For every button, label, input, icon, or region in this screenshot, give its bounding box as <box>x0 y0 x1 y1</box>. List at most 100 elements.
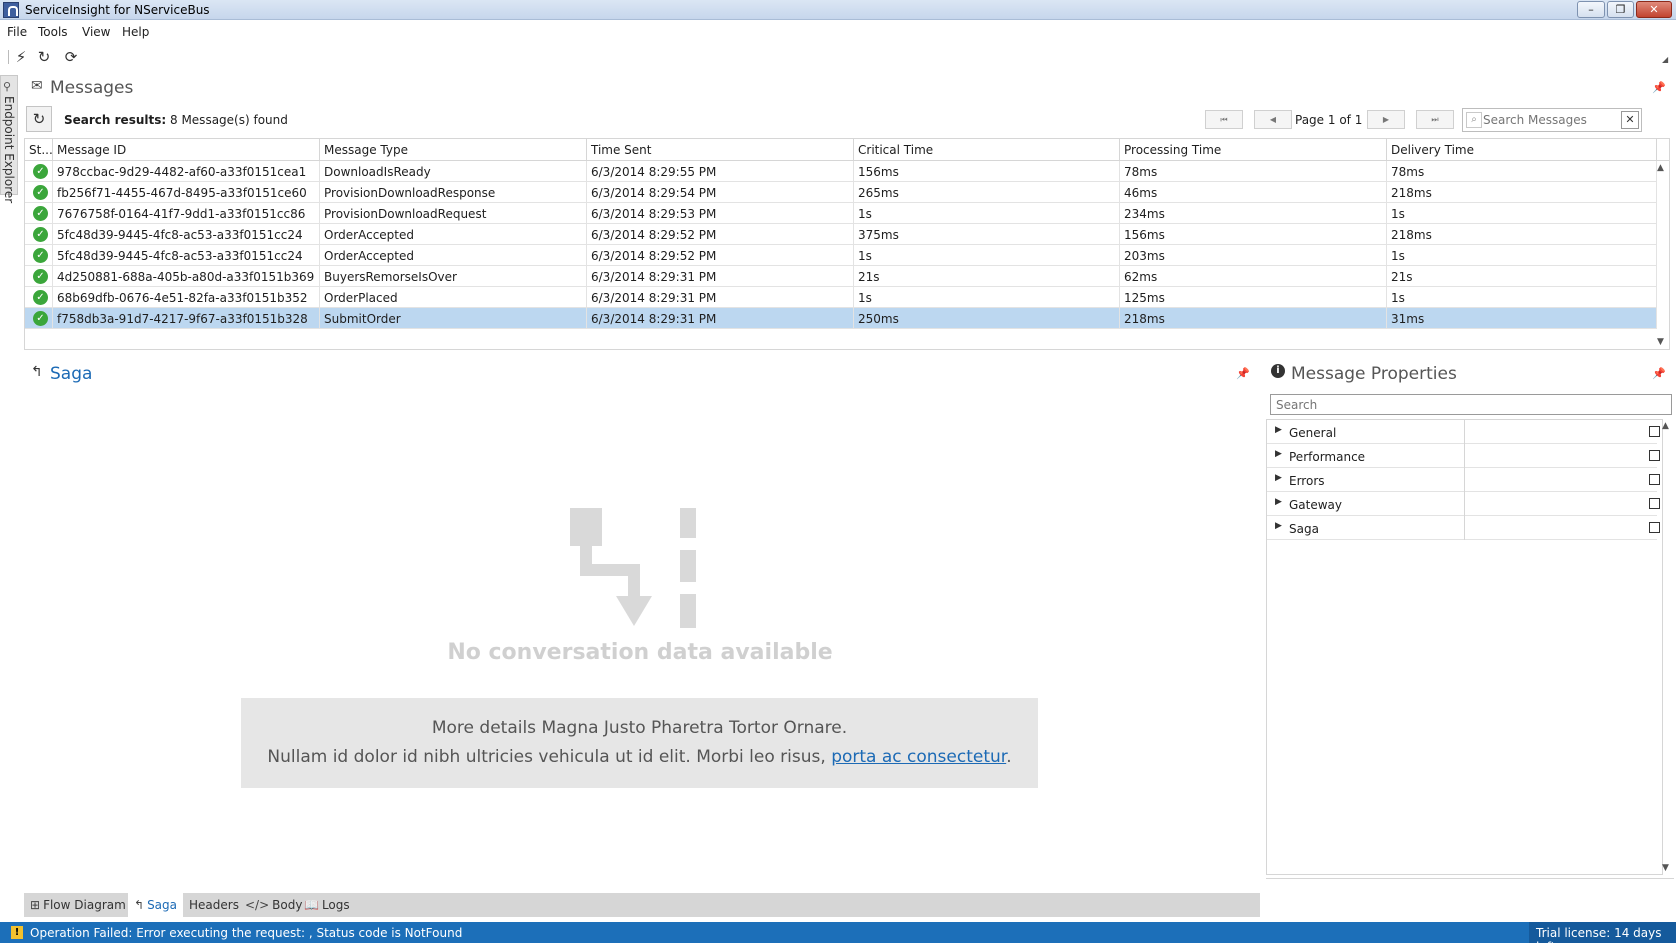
column-status[interactable]: St... <box>25 139 53 161</box>
license-status[interactable]: Trial license: 14 days left <box>1529 922 1676 943</box>
close-button[interactable]: ✕ <box>1636 1 1672 18</box>
menu-view[interactable]: View <box>82 25 110 39</box>
table-row[interactable]: ✓ fb256f71-4455-467d-8495-a33f0151ce60 Pro… <box>25 182 1657 203</box>
refresh-messages-button[interactable]: ↻ <box>26 106 52 132</box>
table-row[interactable]: ✓ f758db3a-91d7-4217-9f67-a33f0151b328 Sub… <box>25 308 1657 329</box>
details-link[interactable]: porta ac consectetur <box>831 747 1006 767</box>
checkbox[interactable] <box>1649 498 1660 509</box>
properties-search-input[interactable] <box>1271 395 1671 414</box>
checkbox[interactable] <box>1649 450 1660 461</box>
time-sent-cell: 6/3/2014 8:29:31 PM <box>587 266 854 287</box>
success-icon: ✓ <box>33 311 48 326</box>
endpoint-explorer-label: Endpoint Explorer <box>2 96 16 204</box>
table-row[interactable]: ✓ 978ccbac-9d29-4482-af60-a33f0151cea1 Dow… <box>25 161 1657 182</box>
processing-time-cell: 46ms <box>1120 182 1387 203</box>
time-sent-cell: 6/3/2014 8:29:31 PM <box>587 308 854 329</box>
table-row[interactable]: ✓ 5fc48d39-9445-4fc8-ac53-a33f0151cc24 Ord… <box>25 224 1657 245</box>
column-processing-time[interactable]: Processing Time <box>1120 139 1387 161</box>
message-type-cell: OrderPlaced <box>320 287 587 308</box>
expand-icon[interactable]: ▶ <box>1275 425 1282 435</box>
menu-bar: File Tools View Help <box>0 20 1676 42</box>
minimize-button[interactable]: – <box>1577 1 1605 18</box>
property-group-errors[interactable]: ▶ Errors <box>1267 468 1660 492</box>
restore-button[interactable]: ❐ <box>1607 1 1634 18</box>
endpoint-explorer-tab[interactable]: ⚲ Endpoint Explorer <box>0 75 18 203</box>
menu-help[interactable]: Help <box>122 25 149 39</box>
table-row[interactable]: ✓ 68b69dfb-0676-4e51-82fa-a33f0151b352 Ord… <box>25 287 1657 308</box>
time-sent-cell: 6/3/2014 8:29:52 PM <box>587 224 854 245</box>
scroll-down-icon[interactable]: ▼ <box>1662 863 1669 873</box>
scroll-up-icon[interactable]: ▲ <box>1657 163 1664 173</box>
table-row[interactable]: ✓ 7676758f-0164-41f7-9dd1-a33f0151cc86 Pro… <box>25 203 1657 224</box>
properties-title: Message Properties <box>1291 364 1457 384</box>
checkbox[interactable] <box>1649 426 1660 437</box>
delivery-time-cell: 218ms <box>1387 182 1657 203</box>
search-results-label: Search results: <box>64 113 167 127</box>
column-time-sent[interactable]: Time Sent <box>587 139 854 161</box>
first-page-button[interactable]: ⏮ <box>1205 110 1243 129</box>
table-row[interactable]: ✓ 5fc48d39-9445-4fc8-ac53-a33f0151cc24 Ord… <box>25 245 1657 266</box>
property-group-performance[interactable]: ▶ Performance <box>1267 444 1660 468</box>
prev-page-button[interactable]: ◀ <box>1254 110 1292 129</box>
properties-scrollbar[interactable]: ▲ ▼ <box>1662 419 1674 875</box>
property-group-saga[interactable]: ▶ Saga <box>1267 516 1660 540</box>
scroll-up-icon[interactable]: ▲ <box>1662 421 1669 431</box>
column-message-id[interactable]: Message ID <box>53 139 320 161</box>
tab-flow-diagram[interactable]: ⊞ Flow Diagram <box>24 893 132 917</box>
property-group-label: General <box>1289 426 1337 440</box>
pin-icon[interactable]: 📌 <box>1652 81 1666 94</box>
clear-search-button[interactable]: ✕ <box>1621 111 1639 129</box>
message-type-cell: OrderAccepted <box>320 224 587 245</box>
title-bar: ServiceInsight for NServiceBus – ❐ ✕ <box>0 0 1676 20</box>
tab-logs[interactable]: 📖 Logs <box>298 893 356 917</box>
details-box: More details Magna Justo Pharetra Tortor… <box>241 698 1038 788</box>
book-icon: 📖 <box>304 898 319 912</box>
property-group-gateway[interactable]: ▶ Gateway <box>1267 492 1660 516</box>
flow-diagram-icon: ⊞ <box>30 898 41 912</box>
expand-icon[interactable]: ▶ <box>1275 449 1282 459</box>
column-critical-time[interactable]: Critical Time <box>854 139 1120 161</box>
status-message: Operation Failed: Error executing the re… <box>30 926 463 940</box>
expand-icon[interactable]: ▶ <box>1275 473 1282 483</box>
messages-grid: St... Message ID Message Type Time Sent … <box>24 138 1670 350</box>
next-page-button[interactable]: ▶ <box>1367 110 1405 129</box>
checkbox[interactable] <box>1649 474 1660 485</box>
processing-time-cell: 78ms <box>1120 161 1387 182</box>
refresh-icon: ↻ <box>32 110 46 128</box>
column-message-type[interactable]: Message Type <box>320 139 587 161</box>
pin-icon[interactable]: 📌 <box>1236 367 1250 380</box>
search-results: Search results: 8 Message(s) found <box>64 113 288 127</box>
warning-icon: ! <box>11 926 23 939</box>
message-id-cell: f758db3a-91d7-4217-9f67-a33f0151b328 <box>53 308 320 329</box>
expand-icon[interactable]: ▶ <box>1275 521 1282 531</box>
messages-title: Messages <box>50 78 134 98</box>
property-group-general[interactable]: ▶ General <box>1267 420 1660 444</box>
message-type-cell: SubmitOrder <box>320 308 587 329</box>
critical-time-cell: 156ms <box>854 161 1120 182</box>
search-input[interactable] <box>1483 111 1621 129</box>
tab-headers[interactable]: Headers <box>183 893 245 917</box>
checkbox[interactable] <box>1649 522 1660 533</box>
grid-scrollbar[interactable]: ▲ ▼ <box>1657 161 1670 349</box>
properties-search-box <box>1270 394 1672 415</box>
critical-time-cell: 1s <box>854 245 1120 266</box>
tab-saga[interactable]: ↰ Saga <box>128 893 184 917</box>
success-icon: ✓ <box>33 185 48 200</box>
endpoint-filter-icon[interactable]: ⚡ <box>12 48 30 66</box>
delivery-time-cell: 78ms <box>1387 161 1657 182</box>
scroll-down-icon[interactable]: ▼ <box>1657 337 1664 347</box>
saga-icon: ↰ <box>134 898 145 912</box>
message-id-cell: fb256f71-4455-467d-8495-a33f0151ce60 <box>53 182 320 203</box>
pin-icon[interactable]: 📌 <box>1652 367 1666 380</box>
last-page-button[interactable]: ⏭ <box>1416 110 1454 129</box>
tab-headers-label: Headers <box>189 898 239 912</box>
table-row[interactable]: ✓ 4d250881-688a-405b-a80d-a33f0151b369 Buy… <box>25 266 1657 287</box>
refresh-icon[interactable]: ↻ <box>35 48 53 66</box>
search-results-count: 8 Message(s) found <box>170 113 288 127</box>
column-delivery-time[interactable]: Delivery Time <box>1387 139 1657 161</box>
auto-refresh-icon[interactable]: ⟳ <box>62 48 80 66</box>
toolbar-overflow-icon[interactable]: ◢ <box>1662 55 1668 64</box>
expand-icon[interactable]: ▶ <box>1275 497 1282 507</box>
menu-tools[interactable]: Tools <box>38 25 68 39</box>
menu-file[interactable]: File <box>7 25 27 39</box>
